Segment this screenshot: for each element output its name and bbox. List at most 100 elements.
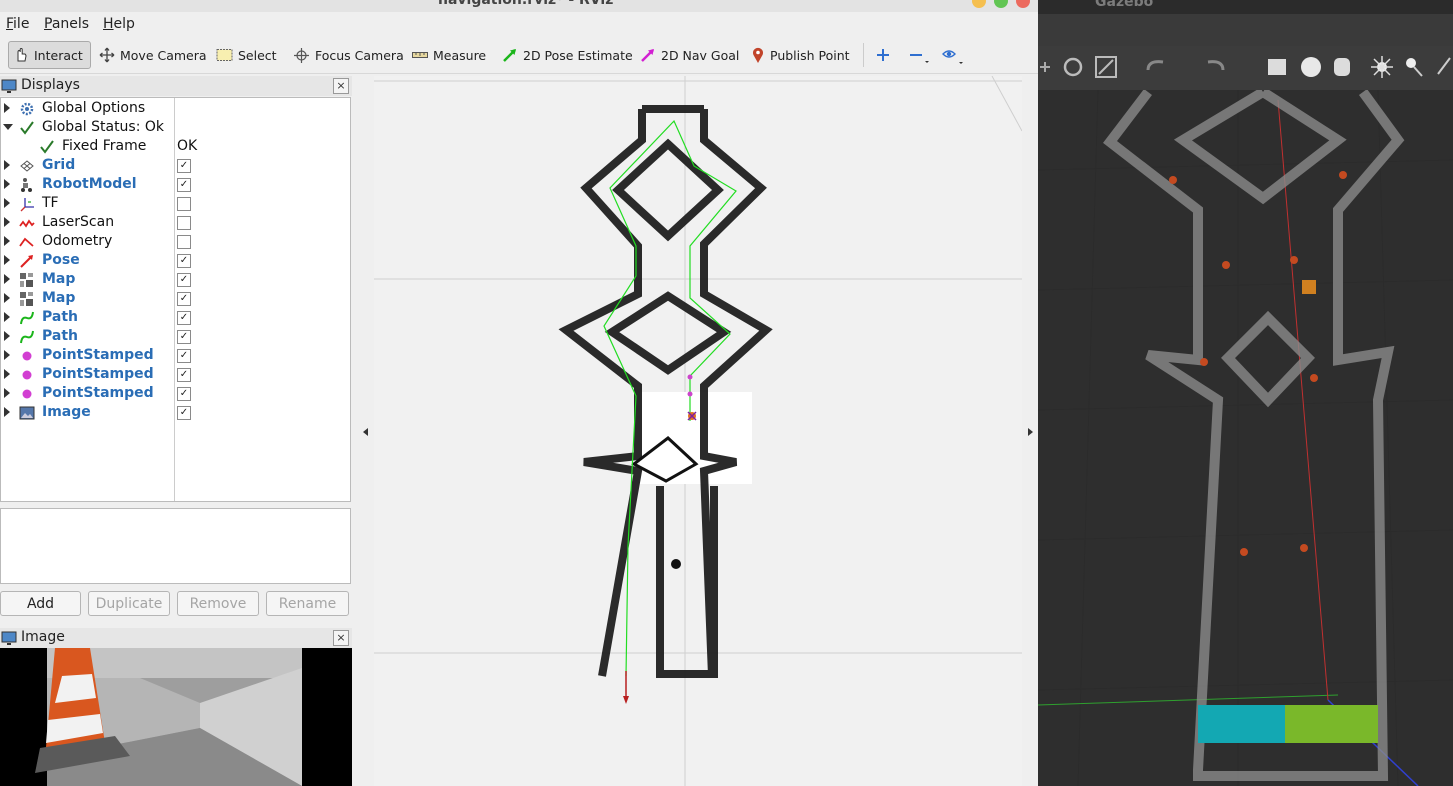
display-enable-checkbox[interactable]: ✓ bbox=[177, 349, 191, 363]
select-tool-button[interactable]: Select bbox=[216, 41, 277, 69]
select-box-icon bbox=[216, 49, 233, 61]
expand-arrow-icon[interactable] bbox=[4, 293, 10, 303]
gazebo-toolbar-icons bbox=[1040, 56, 1451, 78]
display-row-path[interactable]: Path ✓ bbox=[1, 308, 350, 327]
display-enable-checkbox[interactable] bbox=[177, 216, 191, 230]
menu-help[interactable]: Help bbox=[103, 16, 135, 32]
nav-goal-label: 2D Nav Goal bbox=[661, 47, 740, 63]
display-enable-checkbox[interactable]: ✓ bbox=[177, 330, 191, 344]
pose-estimate-tool-button[interactable]: 2D Pose Estimate bbox=[502, 41, 633, 69]
add-tool-icon[interactable] bbox=[876, 48, 890, 62]
display-row-pointstamped[interactable]: PointStamped ✓ bbox=[1, 346, 350, 365]
display-label: PointStamped bbox=[42, 366, 154, 382]
maximize-button[interactable] bbox=[994, 0, 1008, 8]
display-label: PointStamped bbox=[42, 347, 154, 363]
expand-arrow-icon[interactable] bbox=[4, 312, 10, 322]
point-icon bbox=[22, 389, 32, 399]
duplicate-display-button[interactable]: Duplicate bbox=[88, 591, 170, 616]
measure-label: Measure bbox=[433, 47, 487, 63]
gazebo-3d-scene[interactable] bbox=[1038, 87, 1453, 786]
image-icon bbox=[19, 406, 35, 420]
remove-tool-icon[interactable] bbox=[909, 48, 933, 64]
path-icon bbox=[20, 311, 34, 325]
rename-display-button[interactable]: Rename bbox=[266, 591, 349, 616]
menu-file[interactable]: File bbox=[6, 16, 29, 32]
display-enable-checkbox[interactable]: ✓ bbox=[177, 178, 191, 192]
display-enable-checkbox[interactable]: ✓ bbox=[177, 159, 191, 173]
map-pin-icon bbox=[753, 47, 763, 63]
right-splitter[interactable] bbox=[1022, 76, 1038, 786]
display-enable-checkbox[interactable]: ✓ bbox=[177, 311, 191, 325]
expand-right-arrow-icon[interactable] bbox=[1028, 428, 1033, 436]
focus-camera-tool-button[interactable]: Focus Camera bbox=[293, 41, 404, 69]
display-enable-checkbox[interactable]: ✓ bbox=[177, 387, 191, 401]
interact-tool-button[interactable]: Interact bbox=[8, 41, 91, 69]
expand-arrow-icon[interactable] bbox=[4, 217, 10, 227]
expand-arrow-icon[interactable] bbox=[4, 198, 10, 208]
nav-goal-tool-button[interactable]: 2D Nav Goal bbox=[640, 41, 739, 69]
display-label: LaserScan bbox=[42, 214, 115, 230]
expand-arrow-icon[interactable] bbox=[4, 179, 10, 189]
point-icon bbox=[22, 370, 32, 380]
expand-arrow-icon[interactable] bbox=[4, 350, 10, 360]
display-row-map[interactable]: Map ✓ bbox=[1, 270, 350, 289]
rviz-3d-view[interactable] bbox=[374, 76, 1022, 786]
close-button[interactable] bbox=[1016, 0, 1030, 8]
image-panel-close-button[interactable]: × bbox=[333, 630, 349, 646]
expand-arrow-icon[interactable] bbox=[4, 369, 10, 379]
view-eye-icon[interactable] bbox=[942, 48, 966, 64]
odometry-icon bbox=[19, 237, 34, 247]
display-enable-checkbox[interactable]: ✓ bbox=[177, 292, 191, 306]
interact-label: Interact bbox=[34, 47, 83, 63]
expand-arrow-icon[interactable] bbox=[4, 407, 10, 417]
display-row-tf[interactable]: TF bbox=[1, 194, 350, 213]
move-camera-tool-button[interactable]: Move Camera bbox=[99, 41, 207, 69]
display-row-path[interactable]: Path ✓ bbox=[1, 327, 350, 346]
menu-panels[interactable]: Panels bbox=[44, 16, 89, 32]
display-row-fixed-frame[interactable]: Fixed Frame OK bbox=[1, 137, 350, 156]
publish-point-tool-button[interactable]: Publish Point bbox=[751, 41, 850, 69]
expand-arrow-icon[interactable] bbox=[4, 274, 10, 284]
display-row-pointstamped[interactable]: PointStamped ✓ bbox=[1, 365, 350, 384]
map-render bbox=[374, 76, 1022, 786]
display-enable-checkbox[interactable]: ✓ bbox=[177, 368, 191, 382]
display-row-global-options[interactable]: Global Options bbox=[1, 99, 350, 118]
display-enable-checkbox[interactable] bbox=[177, 235, 191, 249]
display-row-pose[interactable]: Pose ✓ bbox=[1, 251, 350, 270]
magenta-arrow-icon bbox=[641, 49, 654, 62]
display-label: Global Options bbox=[42, 100, 146, 116]
expand-arrow-icon[interactable] bbox=[4, 103, 10, 113]
expand-arrow-icon[interactable] bbox=[4, 255, 10, 265]
left-splitter[interactable] bbox=[352, 76, 374, 786]
display-row-odometry[interactable]: Odometry bbox=[1, 232, 350, 251]
focus-target-icon bbox=[294, 47, 309, 63]
map-icon bbox=[20, 292, 33, 306]
display-row-global-status[interactable]: Global Status: Ok bbox=[1, 118, 350, 137]
minimize-button[interactable] bbox=[972, 0, 986, 8]
remove-display-button[interactable]: Remove bbox=[177, 591, 259, 616]
focus-camera-label: Focus Camera bbox=[315, 47, 404, 63]
display-label: Path bbox=[42, 309, 78, 325]
displays-panel-close-button[interactable]: × bbox=[333, 78, 349, 94]
point-icon bbox=[22, 351, 32, 361]
add-display-button[interactable]: Add bbox=[0, 591, 81, 616]
gazebo-toolbar bbox=[1038, 46, 1453, 90]
display-row-grid[interactable]: Grid ✓ bbox=[1, 156, 350, 175]
collapse-left-arrow-icon[interactable] bbox=[363, 428, 368, 436]
display-enable-checkbox[interactable]: ✓ bbox=[177, 406, 191, 420]
display-label: RobotModel bbox=[42, 176, 137, 192]
collapse-arrow-icon[interactable] bbox=[3, 124, 13, 130]
display-row-map[interactable]: Map ✓ bbox=[1, 289, 350, 308]
expand-arrow-icon[interactable] bbox=[4, 160, 10, 170]
display-row-laserscan[interactable]: LaserScan bbox=[1, 213, 350, 232]
expand-arrow-icon[interactable] bbox=[4, 236, 10, 246]
display-row-pointstamped[interactable]: PointStamped ✓ bbox=[1, 384, 350, 403]
display-row-robotmodel[interactable]: RobotModel ✓ bbox=[1, 175, 350, 194]
display-row-image[interactable]: Image ✓ bbox=[1, 403, 350, 422]
display-enable-checkbox[interactable] bbox=[177, 197, 191, 211]
display-enable-checkbox[interactable]: ✓ bbox=[177, 254, 191, 268]
expand-arrow-icon[interactable] bbox=[4, 331, 10, 341]
expand-arrow-icon[interactable] bbox=[4, 388, 10, 398]
display-enable-checkbox[interactable]: ✓ bbox=[177, 273, 191, 287]
measure-tool-button[interactable]: Measure bbox=[412, 41, 486, 69]
